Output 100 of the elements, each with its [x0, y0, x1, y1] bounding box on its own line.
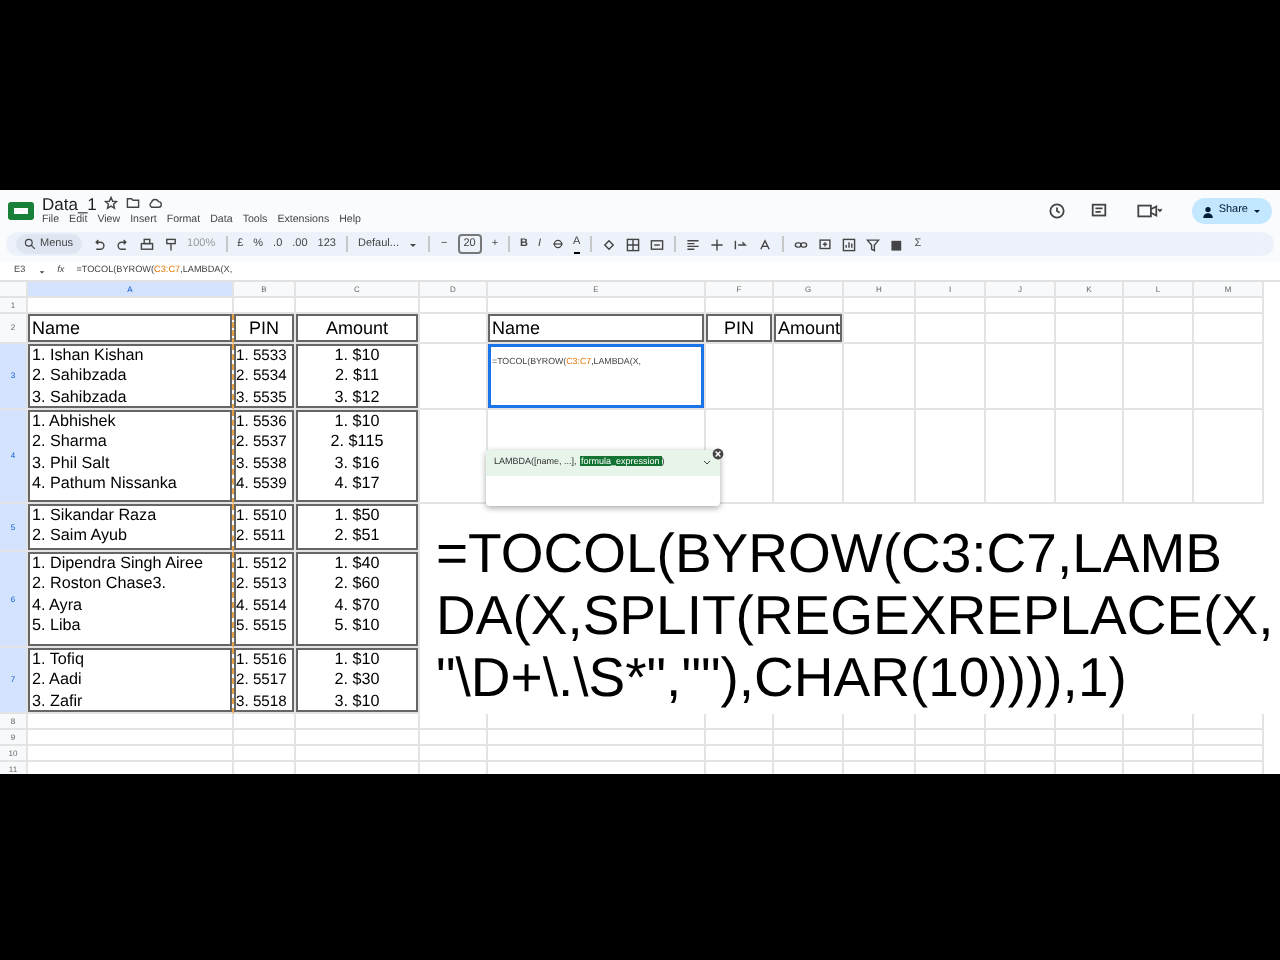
sheets-logo-icon[interactable]	[8, 200, 34, 222]
comment-icon[interactable]	[1090, 202, 1109, 220]
table-cell[interactable]	[916, 298, 986, 314]
table-cell[interactable]	[916, 746, 986, 762]
table-cell[interactable]	[916, 314, 986, 344]
table-cell[interactable]	[1194, 714, 1264, 730]
table-cell[interactable]	[1124, 714, 1194, 730]
table-cell[interactable]	[1124, 314, 1194, 344]
table-cell[interactable]	[1194, 746, 1264, 762]
print-icon[interactable]	[139, 237, 154, 251]
video-call-icon[interactable]	[1136, 202, 1165, 220]
table-cell[interactable]	[28, 746, 234, 762]
table-cell[interactable]	[1124, 730, 1194, 746]
vertical-align-icon[interactable]	[710, 237, 725, 251]
table-cell[interactable]	[1194, 730, 1264, 746]
strikethrough-icon[interactable]	[551, 238, 564, 250]
table-cell[interactable]	[420, 344, 488, 410]
table-cell[interactable]	[420, 746, 488, 762]
link-icon[interactable]	[794, 237, 809, 251]
table-cell[interactable]	[706, 344, 774, 410]
table-cell[interactable]	[844, 746, 916, 762]
table-cell[interactable]	[1056, 730, 1124, 746]
table-cell[interactable]	[844, 714, 916, 730]
merge-cells-icon[interactable]	[650, 237, 665, 251]
table-cell[interactable]	[488, 298, 706, 314]
text-wrap-icon[interactable]	[734, 237, 749, 251]
fill-color-icon[interactable]	[602, 237, 617, 251]
table-cell[interactable]	[986, 730, 1056, 746]
table-cell[interactable]	[296, 746, 420, 762]
table-cell[interactable]	[916, 344, 986, 410]
table-cell[interactable]	[986, 344, 1056, 410]
table-cell[interactable]	[1124, 746, 1194, 762]
table-cell[interactable]	[986, 410, 1056, 504]
cloud-icon[interactable]	[148, 196, 163, 211]
table-cell[interactable]	[706, 746, 774, 762]
table-cell[interactable]	[1056, 344, 1124, 410]
table-cell[interactable]	[706, 298, 774, 314]
table-cell[interactable]	[28, 730, 234, 746]
text-rotate-icon[interactable]	[758, 237, 773, 251]
select-all-corner[interactable]	[0, 282, 28, 298]
table-cell[interactable]	[1056, 298, 1124, 314]
table-cell[interactable]	[844, 344, 916, 410]
star-icon[interactable]	[104, 196, 119, 211]
align-left-icon[interactable]	[686, 237, 701, 251]
table-cell[interactable]	[420, 730, 488, 746]
undo-icon[interactable]	[91, 237, 106, 251]
table-cell[interactable]	[488, 730, 706, 746]
table-cell[interactable]	[420, 298, 488, 314]
paint-format-icon[interactable]	[163, 237, 178, 251]
table-cell[interactable]	[1056, 410, 1124, 504]
table-cell[interactable]	[774, 746, 844, 762]
close-icon[interactable]	[712, 448, 724, 460]
table-cell[interactable]	[1194, 344, 1264, 410]
table-cell[interactable]	[844, 410, 916, 504]
table-cell[interactable]	[774, 730, 844, 746]
table-cell[interactable]	[420, 314, 488, 344]
table-cell[interactable]	[774, 298, 844, 314]
table-cell[interactable]	[28, 298, 234, 314]
table-cell[interactable]	[488, 714, 706, 730]
table-cell[interactable]	[1056, 746, 1124, 762]
table-cell[interactable]	[916, 714, 986, 730]
redo-icon[interactable]	[115, 237, 130, 251]
borders-icon[interactable]	[626, 237, 641, 251]
table-cell[interactable]	[488, 746, 706, 762]
table-cell[interactable]	[1194, 314, 1264, 344]
table-cell[interactable]	[1124, 344, 1194, 410]
table-cell[interactable]	[986, 746, 1056, 762]
table-cell[interactable]	[1124, 410, 1194, 504]
table-cell[interactable]	[986, 314, 1056, 344]
table-cell[interactable]	[1056, 714, 1124, 730]
filter-views-icon[interactable]	[890, 237, 905, 251]
folder-icon[interactable]	[126, 196, 141, 211]
table-cell[interactable]	[706, 730, 774, 746]
table-cell[interactable]	[296, 714, 420, 730]
caret-icon[interactable]	[408, 239, 419, 249]
table-cell[interactable]	[706, 714, 774, 730]
table-cell[interactable]	[774, 714, 844, 730]
table-cell[interactable]	[774, 410, 844, 504]
table-cell[interactable]	[296, 730, 420, 746]
table-cell[interactable]	[1194, 410, 1264, 504]
table-cell[interactable]	[234, 714, 296, 730]
table-cell[interactable]	[986, 714, 1056, 730]
table-cell[interactable]	[986, 298, 1056, 314]
filter-icon[interactable]	[866, 237, 881, 251]
table-cell[interactable]	[916, 730, 986, 746]
table-cell[interactable]	[1194, 298, 1264, 314]
table-cell[interactable]	[1124, 298, 1194, 314]
table-cell[interactable]	[296, 298, 420, 314]
table-cell[interactable]	[28, 714, 234, 730]
table-cell[interactable]	[844, 298, 916, 314]
table-cell[interactable]	[234, 746, 296, 762]
table-cell[interactable]	[774, 344, 844, 410]
document-title[interactable]: Data_1	[42, 193, 97, 214]
table-cell[interactable]	[844, 730, 916, 746]
table-cell[interactable]	[234, 298, 296, 314]
table-cell[interactable]	[234, 730, 296, 746]
table-cell[interactable]	[1056, 314, 1124, 344]
comment-icon[interactable]	[818, 237, 833, 251]
chart-icon[interactable]	[842, 237, 857, 251]
table-cell[interactable]	[844, 314, 916, 344]
